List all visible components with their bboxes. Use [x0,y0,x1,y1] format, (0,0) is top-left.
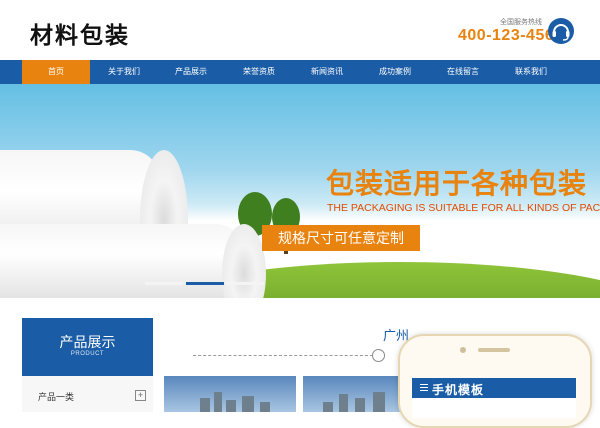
nav-item-home[interactable]: 首页 [22,60,90,84]
phone-camera [460,347,466,353]
building-shape [260,402,270,412]
sidebar-item-label: 产品一类 [38,392,75,402]
banner-cta-button[interactable]: 规格尺寸可任意定制 [262,225,420,251]
building-shape [226,400,236,412]
nav-item-products[interactable]: 产品展示 [157,60,225,84]
sidebar-subtitle: PRODUCT [70,351,105,357]
mobile-template-preview[interactable]: 手机模板 [398,334,592,428]
nav-item-cases[interactable]: 成功案例 [361,60,429,84]
building-shape [242,396,254,412]
banner-headline: 包装适用于各种包装 [326,168,588,199]
sidebar-header: 产品展示 PRODUCT [22,318,153,376]
menu-icon[interactable] [420,384,428,392]
nav-item-about[interactable]: 关于我们 [90,60,158,84]
product-image[interactable] [164,376,296,412]
hero-banner[interactable]: 包装适用于各种包装 THE PACKAGING IS SUITABLE FOR … [0,84,600,298]
nav-item-message[interactable]: 在线留言 [429,60,497,84]
section-divider [193,355,373,356]
phone-speaker [478,348,510,352]
banner-subline: THE PACKAGING IS SUITABLE FOR ALL KINDS … [327,202,600,214]
divider-circle [372,349,385,362]
building-shape [355,398,365,412]
slide-dot[interactable] [226,282,264,285]
phone-screen: 手机模板 [412,378,576,418]
foam-roll-image [0,224,245,298]
site-logo[interactable]: 材料包装 [30,16,130,50]
headset-icon [548,18,574,44]
hotline-label: 全国服务热线 [500,19,542,26]
phone-title: 手机模板 [432,383,485,397]
header: 材料包装 全国服务热线 400-123-4567 [0,0,600,60]
sidebar-item-category-1[interactable]: 产品一类 + [22,376,153,412]
sidebar-title: 产品展示 [59,334,116,350]
main-nav: 首页 关于我们 产品展示 荣誉资质 新闻资讯 成功案例 在线留言 联系我们 [0,60,600,84]
building-shape [323,402,333,412]
plus-icon[interactable]: + [135,390,146,401]
phone-nav-bar: 手机模板 [412,378,576,398]
slide-dot-active[interactable] [186,282,224,285]
building-shape [200,398,210,412]
building-shape [373,392,385,412]
nav-item-news[interactable]: 新闻资讯 [293,60,361,84]
building-shape [339,394,348,412]
building-shape [214,392,222,412]
slide-dot[interactable] [145,282,183,285]
nav-item-contact[interactable]: 联系我们 [497,60,565,84]
nav-item-honors[interactable]: 荣誉资质 [225,60,293,84]
